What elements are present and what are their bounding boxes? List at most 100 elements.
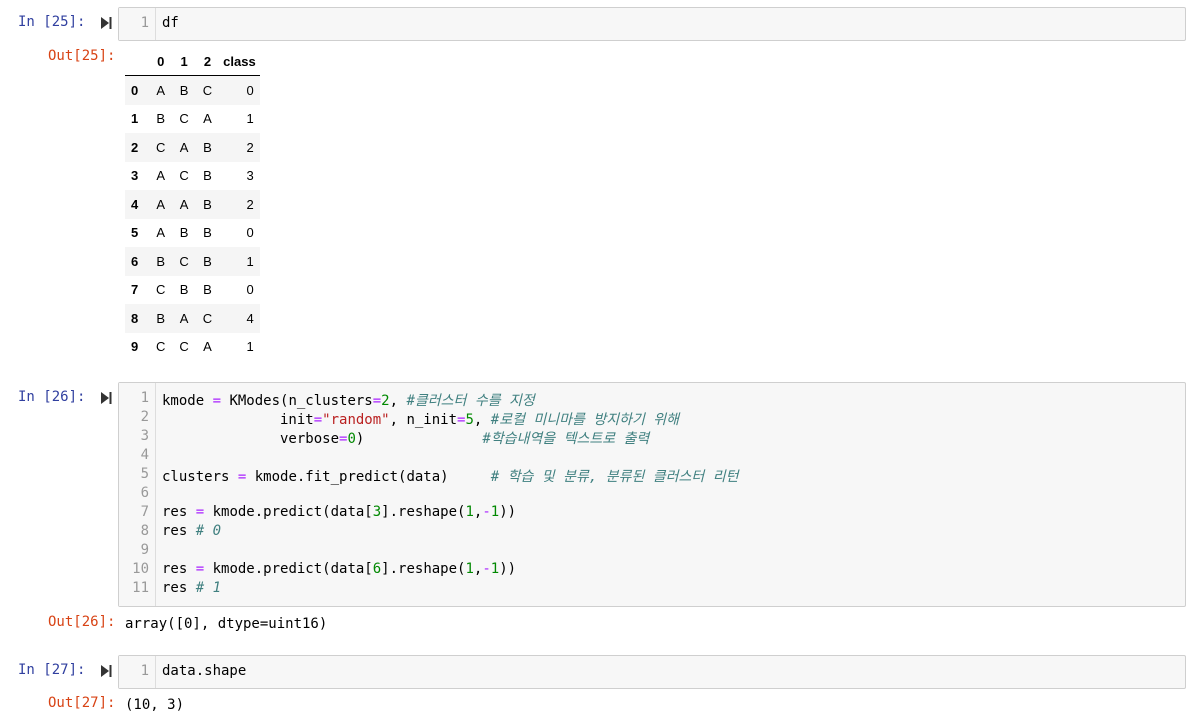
operator-token: = bbox=[195, 561, 205, 577]
table-cell: A bbox=[179, 139, 189, 155]
column-header: class bbox=[219, 48, 260, 76]
table-cell: B bbox=[179, 82, 189, 98]
code-token: res bbox=[162, 580, 196, 596]
code-token: kmode bbox=[162, 393, 213, 409]
table-cell: A bbox=[156, 196, 166, 212]
table-cell: B bbox=[156, 253, 166, 269]
table-row: 8 BAC 4 bbox=[125, 304, 260, 333]
code-token: ].reshape( bbox=[381, 561, 466, 577]
operator-token: - bbox=[482, 561, 491, 577]
number-token: 1 bbox=[490, 561, 500, 577]
code-token: clusters bbox=[162, 469, 238, 485]
row-index: 5 bbox=[131, 225, 139, 241]
line-number: 10 bbox=[132, 561, 149, 577]
code-line[interactable]: df bbox=[162, 15, 179, 31]
run-cell-icon[interactable] bbox=[100, 664, 112, 678]
code-token: verbose bbox=[162, 431, 340, 447]
code-cell-27[interactable]: 1 data.shape bbox=[118, 655, 1186, 689]
code-token: )) bbox=[499, 561, 517, 577]
line-number: 8 bbox=[140, 523, 149, 539]
code-line[interactable]: res = kmode.predict(data[3].reshape(1,-1… bbox=[162, 504, 516, 520]
table-cell: A bbox=[179, 196, 189, 212]
table-cell: C bbox=[202, 82, 213, 98]
table-cell: 2 bbox=[246, 139, 254, 155]
code-line[interactable]: res = kmode.predict(data[6].reshape(1,-1… bbox=[162, 561, 516, 577]
operator-token: = bbox=[313, 412, 323, 428]
line-number: 11 bbox=[132, 580, 149, 596]
code-token: , n_init bbox=[389, 412, 458, 428]
code-line[interactable]: verbose=0) #학습내역을 텍스트로 출력 bbox=[162, 428, 649, 448]
row-index: 4 bbox=[131, 196, 139, 212]
table-cell: C bbox=[156, 282, 166, 298]
code-token: res bbox=[162, 523, 196, 539]
number-token: 5 bbox=[465, 412, 474, 428]
table-cell: 2 bbox=[246, 196, 254, 212]
run-cell-icon[interactable] bbox=[100, 391, 112, 405]
dataframe-output: 0 1 2 class 0ABC01BCA12CAB23ACB34AAB25AB… bbox=[125, 48, 260, 361]
row-index: 1 bbox=[131, 111, 139, 127]
column-header: 0 bbox=[149, 48, 173, 76]
code-token: ].reshape( bbox=[381, 504, 466, 520]
line-number: 1 bbox=[140, 663, 149, 679]
table-cell: 1 bbox=[246, 339, 254, 355]
code-token: , bbox=[389, 393, 407, 409]
code-token: kmode.fit_predict(data) bbox=[246, 469, 491, 485]
line-number-gutter: 1 bbox=[119, 656, 156, 688]
table-row: 5ABB0 bbox=[125, 219, 260, 248]
comment-token: #로컬 미니마를 방지하기 위해 bbox=[490, 412, 680, 428]
line-number: 4 bbox=[140, 447, 149, 463]
table-cell: B bbox=[203, 282, 212, 298]
index-header bbox=[125, 48, 149, 76]
number-token: 2 bbox=[381, 393, 390, 409]
row-index: 0 bbox=[131, 82, 139, 98]
table-cell: C bbox=[156, 339, 166, 355]
code-cell-26[interactable]: 1 2 3 4 5 6 7 8 9 10 11 kmode = KModes(n… bbox=[118, 382, 1186, 607]
table-cell: 0 bbox=[246, 82, 254, 98]
table-cell: A bbox=[179, 310, 189, 326]
table-cell: C bbox=[179, 339, 189, 355]
comment-token: # 학습 및 분류, 분류된 클러스터 리턴 bbox=[490, 469, 739, 485]
code-line[interactable]: data.shape bbox=[162, 663, 246, 679]
table-cell: 4 bbox=[246, 310, 254, 326]
string-token: "random" bbox=[322, 412, 390, 428]
in-prompt-26: In [26]: bbox=[18, 389, 86, 405]
row-index: 2 bbox=[131, 139, 139, 155]
code-line[interactable]: kmode = KModes(n_clusters=2, #클러스터 수를 지정 bbox=[162, 390, 535, 410]
table-row: 0 ABC 0 bbox=[125, 75, 260, 105]
table-cell: 3 bbox=[246, 168, 254, 184]
table-cell: B bbox=[203, 168, 212, 184]
number-token: 6 bbox=[372, 561, 382, 577]
comment-token: # 1 bbox=[195, 580, 222, 596]
cell-output-text: array([0], dtype=uint16) bbox=[125, 616, 328, 632]
code-line[interactable]: init="random", n_init=5, #로컬 미니마를 방지하기 위… bbox=[162, 409, 679, 429]
code-line[interactable]: res # 0 bbox=[162, 523, 221, 539]
out-prompt-27: Out[27]: bbox=[48, 695, 116, 711]
row-index: 7 bbox=[131, 282, 139, 298]
column-header: 2 bbox=[195, 48, 220, 76]
table-cell: B bbox=[156, 310, 166, 326]
table-cell: 0 bbox=[246, 225, 254, 241]
code-token: kmode.predict(data[ bbox=[204, 561, 373, 577]
code-line[interactable]: res # 1 bbox=[162, 580, 221, 596]
line-number-gutter: 1 bbox=[119, 8, 156, 40]
code-token: KModes(n_clusters bbox=[221, 393, 373, 409]
in-prompt-25: In [25]: bbox=[18, 14, 86, 30]
run-cell-icon[interactable] bbox=[100, 16, 112, 30]
table-header-row: 0 1 2 class bbox=[125, 48, 260, 76]
table-cell: A bbox=[156, 168, 166, 184]
table-cell: C bbox=[156, 139, 166, 155]
table-cell: 0 bbox=[246, 282, 254, 298]
code-cell-25[interactable]: 1 df bbox=[118, 7, 1186, 41]
number-token: 0 bbox=[347, 431, 356, 447]
operator-token: - bbox=[482, 504, 491, 520]
number-token: 1 bbox=[465, 504, 474, 520]
number-token: 1 bbox=[490, 504, 500, 520]
table-cell: B bbox=[203, 139, 212, 155]
line-number: 5 bbox=[140, 466, 149, 482]
code-line[interactable]: clusters = kmode.fit_predict(data) # 학습 … bbox=[162, 466, 738, 486]
line-number: 6 bbox=[140, 485, 149, 501]
line-number: 3 bbox=[140, 428, 149, 444]
line-number: 2 bbox=[140, 409, 149, 425]
code-token: , bbox=[473, 412, 491, 428]
table-row: 7CBB0 bbox=[125, 276, 260, 305]
